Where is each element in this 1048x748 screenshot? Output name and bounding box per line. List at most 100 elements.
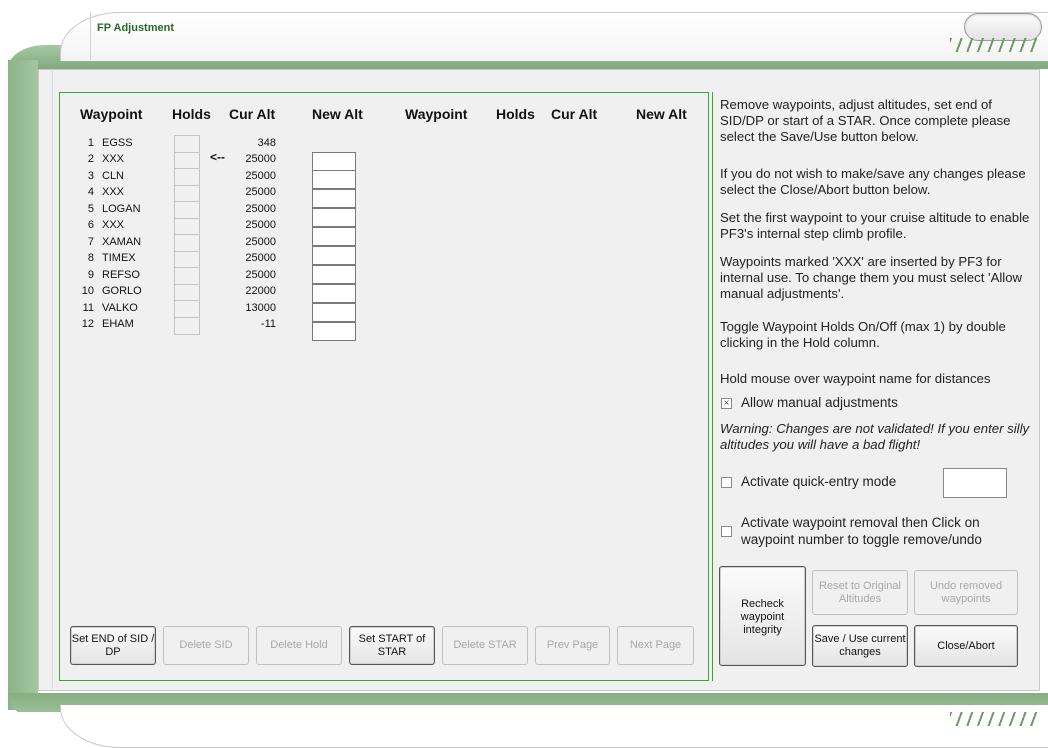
waypoint-number[interactable]: 1 <box>78 137 94 150</box>
hold-toggle[interactable] <box>174 300 200 318</box>
waypoint-name[interactable]: TIMEX <box>102 252 136 265</box>
header-waypoint-2: Waypoint <box>405 106 468 122</box>
waypoint-name[interactable]: GORLO <box>102 285 142 298</box>
help-text-4: Waypoints marked 'XXX' are inserted by P… <box>720 254 1023 301</box>
waypoint-number[interactable]: 5 <box>78 203 94 216</box>
reset-altitudes-label: Reset to Original Altitudes <box>819 579 901 605</box>
delete-sid-label: Delete SID <box>179 639 233 651</box>
waypoint-number[interactable]: 3 <box>78 170 94 183</box>
set-start-star-button[interactable]: Set START of STAR <box>349 626 435 665</box>
new-altitude-input[interactable] <box>312 189 356 208</box>
delete-hold-label: Delete Hold <box>270 639 328 651</box>
window-control-pill[interactable] <box>964 13 1042 41</box>
save-use-label: Save / Use current changes <box>814 633 906 658</box>
save-use-button[interactable]: Save / Use current changes <box>812 625 908 667</box>
frame-hatch-bottom <box>950 712 1040 726</box>
waypoint-name[interactable]: VALKO <box>102 302 138 315</box>
header-cur-alt: Cur Alt <box>229 106 276 122</box>
current-altitude: 25000 <box>245 153 276 165</box>
title-tab <box>60 12 1048 61</box>
current-altitude: 25000 <box>245 170 276 182</box>
header-holds: Holds <box>172 106 211 122</box>
current-altitude: 25000 <box>245 252 276 264</box>
new-altitude-input[interactable] <box>312 284 356 303</box>
title-divider <box>90 12 91 60</box>
recheck-label: Recheck waypoint integrity <box>740 598 785 636</box>
help-text-2: If you do not wish to make/save any chan… <box>720 166 1026 197</box>
panel-divider <box>52 69 53 689</box>
current-altitude: -11 <box>260 318 276 330</box>
new-altitude-input[interactable] <box>312 227 356 246</box>
hold-toggle[interactable] <box>174 168 200 186</box>
removal-label: Activate waypoint removal then Click on … <box>741 515 982 547</box>
current-altitude: 25000 <box>245 203 276 215</box>
current-altitude: 25000 <box>245 219 276 231</box>
waypoint-name[interactable]: EGSS <box>102 137 133 150</box>
frame-hatch-top <box>950 38 1040 52</box>
waypoint-number[interactable]: 9 <box>78 269 94 282</box>
close-abort-label: Close/Abort <box>937 639 995 652</box>
new-altitude-input[interactable] <box>312 246 356 265</box>
next-page-label: Next Page <box>629 639 682 651</box>
waypoint-number[interactable]: 2 <box>78 153 94 166</box>
header-cur-alt-2: Cur Alt <box>551 106 598 122</box>
allow-manual-checkbox[interactable]: × <box>721 398 732 409</box>
waypoint-number[interactable]: 11 <box>78 302 94 315</box>
undo-removed-button[interactable]: Undo removed waypoints <box>914 570 1018 615</box>
waypoint-panel <box>59 92 709 681</box>
new-altitude-input[interactable] <box>312 208 356 227</box>
waypoint-number[interactable]: 4 <box>78 186 94 199</box>
allow-manual-label: Allow manual adjustments <box>741 395 898 410</box>
waypoint-number[interactable]: 8 <box>78 252 94 265</box>
current-altitude: 25000 <box>245 236 276 248</box>
frame-band-left <box>8 60 38 710</box>
hold-toggle[interactable] <box>174 317 200 335</box>
waypoint-number[interactable]: 10 <box>78 285 94 298</box>
header-waypoint: Waypoint <box>80 106 143 122</box>
waypoint-number[interactable]: 7 <box>78 236 94 249</box>
waypoint-name[interactable]: REFSO <box>102 269 140 282</box>
current-altitude: 22000 <box>245 285 276 297</box>
waypoint-name[interactable]: XAMAN <box>102 236 141 249</box>
new-altitude-input[interactable] <box>312 322 356 341</box>
prev-page-label: Prev Page <box>546 639 599 651</box>
current-altitude: 25000 <box>245 269 276 281</box>
delete-star-button[interactable]: Delete STAR <box>442 626 528 665</box>
quick-entry-input[interactable] <box>943 468 1007 498</box>
window-title: FP Adjustment <box>97 22 175 34</box>
waypoint-name[interactable]: LOGAN <box>102 203 141 216</box>
waypoint-name[interactable]: CLN <box>102 170 124 183</box>
delete-sid-button[interactable]: Delete SID <box>163 626 249 665</box>
new-altitude-input[interactable] <box>312 303 356 322</box>
delete-hold-button[interactable]: Delete Hold <box>256 626 342 665</box>
hold-toggle[interactable] <box>174 267 200 285</box>
waypoint-name[interactable]: EHAM <box>102 318 134 331</box>
current-altitude: 25000 <box>245 186 276 198</box>
current-altitude: 348 <box>257 137 276 149</box>
quick-entry-checkbox[interactable] <box>721 477 732 488</box>
waypoint-name[interactable]: XXX <box>102 186 124 199</box>
set-end-sid-button[interactable]: Set END of SID / DP <box>70 626 156 665</box>
waypoint-name[interactable]: XXX <box>102 153 124 166</box>
waypoint-number[interactable]: 6 <box>78 219 94 232</box>
hold-toggle[interactable] <box>174 135 200 153</box>
bottom-tab <box>60 705 1048 748</box>
prev-page-button[interactable]: Prev Page <box>535 626 610 665</box>
new-altitude-input[interactable] <box>312 152 356 171</box>
removal-checkbox[interactable] <box>721 526 732 537</box>
header-new-alt-2: New Alt <box>636 106 687 122</box>
reset-altitudes-button[interactable]: Reset to Original Altitudes <box>812 570 908 615</box>
hold-toggle[interactable] <box>174 201 200 219</box>
waypoint-name[interactable]: XXX <box>102 219 124 232</box>
set-end-sid-label: Set END of SID / DP <box>71 632 155 658</box>
new-altitude-input[interactable] <box>312 170 356 189</box>
waypoint-number[interactable]: 12 <box>78 318 94 331</box>
close-abort-button[interactable]: Close/Abort <box>914 625 1018 667</box>
next-page-button[interactable]: Next Page <box>617 626 694 665</box>
hold-toggle[interactable] <box>174 234 200 252</box>
recheck-integrity-button[interactable]: Recheck waypoint integrity <box>719 566 806 666</box>
delete-star-label: Delete STAR <box>453 639 517 651</box>
new-altitude-input[interactable] <box>312 265 356 284</box>
help-text-3: Set the first waypoint to your cruise al… <box>720 210 1030 241</box>
current-altitude: 13000 <box>245 302 276 314</box>
